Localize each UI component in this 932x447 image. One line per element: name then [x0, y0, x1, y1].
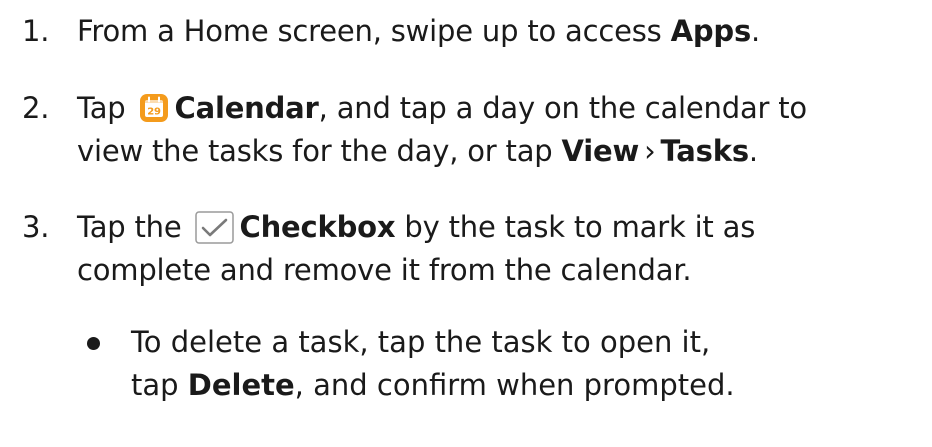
step-line: complete and remove it from the calendar…	[77, 249, 927, 292]
step-number: 1.	[22, 14, 50, 48]
text-segment: From a Home screen, swipe up to access	[77, 14, 671, 48]
step-number: 2.	[22, 91, 50, 125]
text-segment: , and tap a day on the calendar to	[318, 91, 808, 125]
checkbox-label: Checkbox	[239, 210, 396, 244]
text-segment: complete and remove it from the calendar…	[77, 253, 692, 287]
bullet-line: To delete a task, tap the task to open i…	[131, 321, 921, 364]
step-line: From a Home screen, swipe up to access A…	[77, 10, 927, 53]
calendar-icon-day: 29	[147, 107, 161, 118]
text-segment: Tap	[77, 91, 135, 125]
text-segment: , and confirm when prompted.	[294, 368, 735, 402]
text-segment: .	[751, 14, 761, 48]
step-text: From a Home screen, swipe up to access A…	[77, 10, 927, 53]
step-line: Tap the Checkbox by the task to mark it …	[77, 206, 927, 249]
step-text: Tap 29 Calendar, and tap a day on the cal…	[77, 87, 927, 173]
bullet-text: To delete a task, tap the task to open i…	[131, 321, 921, 407]
apps-label: Apps	[670, 14, 752, 48]
step-line: Tap 29 Calendar, and tap a day on the cal…	[77, 87, 927, 130]
text-segment: .	[748, 134, 758, 168]
text-segment: To delete a task, tap the task to open i…	[131, 325, 711, 359]
view-label: View	[561, 134, 640, 168]
bullet-icon	[87, 337, 100, 350]
step-line: view the tasks for the day, or tap View ›…	[77, 130, 927, 173]
calendar-icon: 29	[139, 92, 169, 122]
instruction-document: 1. From a Home screen, swipe up to acces…	[0, 0, 932, 447]
step-number: 3.	[22, 210, 50, 244]
checkbox-icon	[194, 211, 234, 244]
calendar-label: Calendar	[174, 91, 319, 125]
delete-label: Delete	[187, 368, 295, 402]
step-text: Tap the Checkbox by the task to mark it …	[77, 206, 927, 292]
bullet-line: tap Delete, and confirm when prompted.	[131, 364, 921, 407]
text-segment: view the tasks for the day, or tap	[77, 134, 562, 168]
tasks-label: Tasks	[660, 134, 749, 168]
text-segment: tap	[131, 368, 188, 402]
text-segment: Tap the	[77, 210, 191, 244]
text-segment: by the task to mark it as	[395, 210, 756, 244]
chevron-right-icon: ›	[644, 134, 656, 168]
